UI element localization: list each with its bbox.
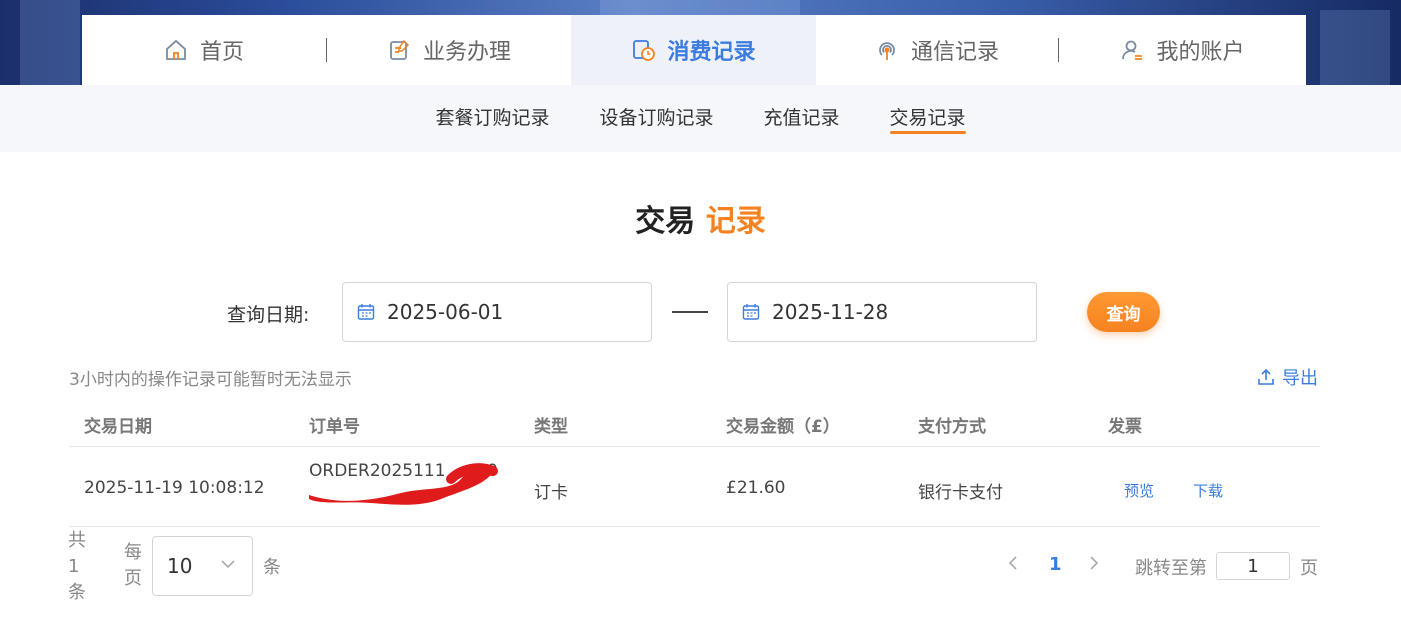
- per-char: 页: [124, 568, 142, 589]
- cell-type: 订卡: [534, 483, 568, 503]
- column-header-payment: 支付方式: [918, 417, 986, 437]
- nav-label-account: 我的账户: [1156, 40, 1245, 65]
- total-char: 条: [68, 582, 86, 603]
- nav-label-business: 业务办理: [422, 40, 511, 65]
- total-char: 共: [68, 530, 86, 551]
- clock-record-icon: [633, 40, 656, 61]
- column-header-invoice: 发票: [1108, 417, 1142, 437]
- start-date-value: 2025-06-01: [387, 300, 504, 324]
- nav-item-account[interactable]: 我的账户: [1059, 15, 1306, 85]
- next-page-button[interactable]: [1089, 555, 1099, 576]
- home-icon: [166, 39, 186, 60]
- table-header: 交易日期 订单号 类型 交易金额（£） 支付方式 发票: [69, 400, 1320, 447]
- subnav-device-orders[interactable]: 设备订购记录: [599, 103, 713, 134]
- invoice-preview-link[interactable]: 预览: [1124, 480, 1154, 501]
- subnav-package-orders[interactable]: 套餐订购记录: [435, 103, 549, 134]
- page-title-accent: 记录: [705, 204, 766, 239]
- upload-icon: [1258, 368, 1274, 385]
- nav-label-home: 首页: [199, 40, 244, 65]
- jump-label: 跳转至第: [1135, 558, 1207, 579]
- total-char: 1: [68, 556, 80, 577]
- cell-payment: 银行卡支付: [918, 483, 1003, 503]
- page-size-unit: 条: [263, 557, 281, 578]
- jump-unit: 页: [1300, 558, 1318, 579]
- page-title: 交易 记录: [0, 196, 1401, 240]
- chevron-left-icon: [1008, 556, 1017, 570]
- total-count: 共 1 条: [68, 528, 90, 606]
- end-date-value: 2025-11-28: [772, 300, 889, 324]
- nav-label-consumption: 消费记录: [667, 40, 756, 65]
- sub-nav: 套餐订购记录 设备订购记录 充值记录 交易记录: [0, 85, 1401, 152]
- signal-icon: [879, 42, 895, 60]
- export-label: 导出: [1282, 368, 1318, 389]
- cell-amount: £21.60: [726, 478, 786, 498]
- chevron-down-icon: [221, 560, 235, 569]
- user-icon: [1122, 40, 1143, 60]
- column-header-type: 类型: [534, 417, 568, 437]
- nav-item-business[interactable]: 业务办理: [327, 15, 571, 85]
- date-range-separator: [672, 311, 708, 313]
- page-title-main: 交易: [635, 204, 696, 239]
- column-header-date: 交易日期: [84, 417, 152, 437]
- nav-item-communication[interactable]: 通信记录: [816, 15, 1058, 85]
- start-date-picker[interactable]: 2025-06-01: [342, 282, 652, 342]
- prev-page-button[interactable]: [1008, 555, 1018, 576]
- nav-item-home[interactable]: 首页: [82, 15, 326, 85]
- date-filter-label: 查询日期:: [227, 304, 310, 326]
- jump-page-input[interactable]: [1216, 552, 1290, 580]
- query-button[interactable]: 查询: [1087, 292, 1160, 332]
- invoice-download-link[interactable]: 下载: [1193, 480, 1223, 501]
- transactions-table: 交易日期 订单号 类型 交易金额（£） 支付方式 发票 2025-11-19 1…: [69, 400, 1320, 527]
- redaction-scribble: [309, 463, 498, 505]
- calendar-icon: [742, 304, 760, 320]
- per-char: 每: [124, 542, 142, 563]
- page-number-current[interactable]: 1: [1049, 554, 1062, 575]
- subnav-transactions[interactable]: 交易记录: [889, 103, 966, 134]
- column-header-amount: 交易金额（£）: [726, 417, 840, 437]
- export-button[interactable]: 导出: [1256, 364, 1318, 390]
- calendar-icon: [357, 304, 375, 320]
- subnav-recharge[interactable]: 充值记录: [764, 103, 840, 134]
- chevron-right-icon: [1090, 556, 1099, 570]
- end-date-picker[interactable]: 2025-11-28: [727, 282, 1037, 342]
- nav-label-communication: 通信记录: [910, 40, 999, 65]
- column-header-order: 订单号: [309, 417, 360, 437]
- page-size-select[interactable]: 10: [152, 536, 253, 596]
- edit-doc-icon: [390, 39, 410, 60]
- page-size-label: 每 页: [124, 540, 146, 592]
- main-nav: 首页 业务办理 消费记录 通信记录 我的账户: [82, 15, 1306, 85]
- delay-hint: 3小时内的操作记录可能暂时无法显示: [69, 370, 352, 390]
- table-row: 2025-11-19 10:08:12 ORDER2025111 0 订卡 £2…: [69, 447, 1320, 527]
- page-size-value: 10: [167, 554, 193, 578]
- cell-date: 2025-11-19 10:08:12: [84, 478, 265, 498]
- nav-item-consumption[interactable]: 消费记录: [571, 15, 816, 85]
